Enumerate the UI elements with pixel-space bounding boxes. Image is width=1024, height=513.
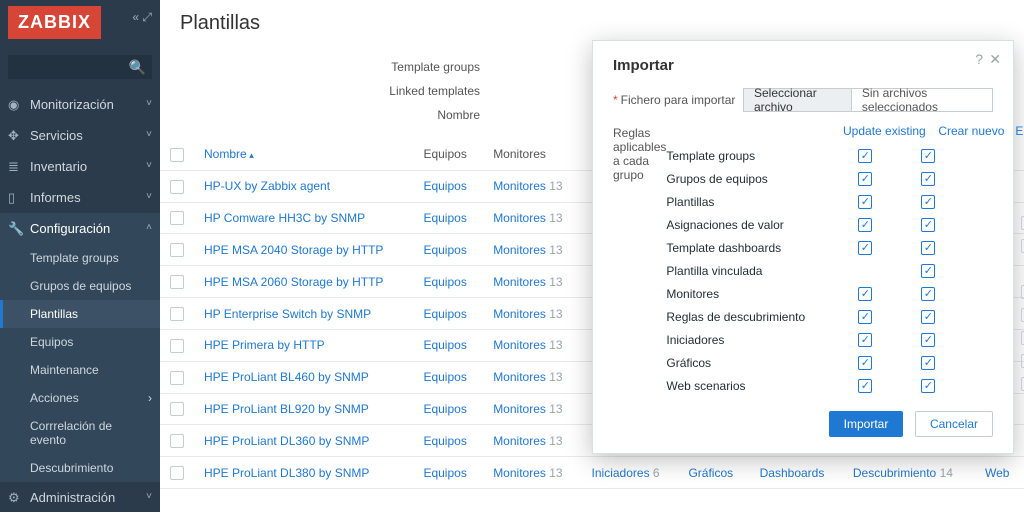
close-icon[interactable]: ✕: [989, 51, 1001, 68]
rule-checkbox[interactable]: ✓: [921, 264, 935, 278]
rule-checkbox[interactable]: ✓: [858, 379, 872, 393]
nav-icon: ≣: [8, 159, 19, 175]
subnav-equipos[interactable]: Equipos: [0, 328, 160, 356]
brand-logo[interactable]: ZABBIX: [8, 6, 101, 39]
rule-name: Web scenarios: [666, 379, 836, 393]
hdr-create: Crear nuevo: [932, 124, 1010, 138]
rule-checkbox[interactable]: ✓: [858, 356, 872, 370]
rule-checkbox[interactable]: ✓: [858, 287, 872, 301]
modal-title: Importar: [613, 57, 993, 74]
file-status-text: Sin archivos seleccionados: [852, 86, 992, 114]
chevron-icon: ˄: [146, 222, 152, 233]
rule-name: Plantilla vinculada: [666, 264, 836, 278]
rule-name: Template dashboards: [666, 241, 836, 255]
search-icon: 🔍: [129, 59, 146, 76]
import-button[interactable]: Importar: [829, 411, 904, 437]
nav-icon: 🔧: [8, 221, 24, 237]
rule-name: Template groups: [666, 149, 836, 163]
subnav-plantillas[interactable]: Plantillas: [0, 300, 160, 328]
nav-configuración[interactable]: 🔧Configuración˄: [0, 213, 160, 244]
file-input[interactable]: Seleccionar archivo Sin archivos selecci…: [743, 88, 993, 112]
rule-checkbox[interactable]: ✓: [921, 356, 935, 370]
chevron-icon: ˅: [146, 98, 152, 109]
main-content: Plantillas Template groups Linked templa…: [160, 0, 1024, 512]
nav-administración[interactable]: ⚙Administración˅: [0, 482, 160, 513]
nav-servicios[interactable]: ✥Servicios˅: [0, 120, 160, 151]
rule-checkbox[interactable]: ✓: [921, 172, 935, 186]
nav-informes[interactable]: ▯Informes˅: [0, 182, 160, 213]
chevron-icon: ˅: [146, 129, 152, 140]
rule-checkbox[interactable]: ✓: [858, 218, 872, 232]
search-input[interactable]: 🔍: [8, 55, 152, 79]
hdr-update: Update existing: [836, 124, 932, 138]
nav-inventario[interactable]: ≣Inventario˅: [0, 151, 160, 182]
rule-checkbox[interactable]: ✓: [858, 149, 872, 163]
subnav-template-groups[interactable]: Template groups: [0, 244, 160, 272]
nav-icon: ▯: [8, 190, 15, 206]
rule-checkbox[interactable]: ✓: [921, 195, 935, 209]
rule-name: Asignaciones de valor: [666, 218, 836, 232]
rule-checkbox[interactable]: ✓: [921, 287, 935, 301]
rule-name: Plantillas: [666, 195, 836, 209]
subnav-maintenance[interactable]: Maintenance: [0, 356, 160, 384]
rules-label: Reglas aplicables a cada grupo: [613, 124, 666, 397]
sidebar: ZABBIX « ⤢ 🔍 ◉Monitorización˅✥Servicios˅…: [0, 0, 160, 512]
subnav-grupos-de-equipos[interactable]: Grupos de equipos: [0, 272, 160, 300]
rule-checkbox[interactable]: ✓: [921, 218, 935, 232]
rule-checkbox[interactable]: ✓: [858, 241, 872, 255]
chevron-icon: ˅: [146, 491, 152, 502]
file-choose-button[interactable]: Seleccionar archivo: [744, 89, 852, 111]
rule-checkbox[interactable]: ✓: [858, 172, 872, 186]
subnav-acciones[interactable]: Acciones›: [0, 384, 160, 412]
rule-checkbox[interactable]: ✓: [858, 333, 872, 347]
rule-name: Grupos de equipos: [666, 172, 836, 186]
collapse-icon[interactable]: « ⤢: [132, 10, 152, 25]
rule-checkbox[interactable]: ✓: [858, 310, 872, 324]
rule-name: Gráficos: [666, 356, 836, 370]
rule-name: Reglas de descubrimiento: [666, 310, 836, 324]
rule-checkbox[interactable]: ✓: [921, 379, 935, 393]
subnav-corrrelación-de-evento[interactable]: Corrrelación de evento: [0, 412, 160, 454]
import-modal: ? ✕ Importar *Fichero para importar Sele…: [592, 40, 1014, 454]
rule-name: Iniciadores: [666, 333, 836, 347]
help-icon[interactable]: ?: [975, 51, 983, 67]
chevron-icon: ˅: [146, 191, 152, 202]
chevron-icon: ˅: [146, 160, 152, 171]
rule-name: Monitores: [666, 287, 836, 301]
rule-checkbox[interactable]: ✓: [921, 149, 935, 163]
rule-checkbox[interactable]: ✓: [921, 241, 935, 255]
nav-icon: ◉: [8, 97, 19, 113]
rule-checkbox[interactable]: ✓: [858, 195, 872, 209]
rule-checkbox[interactable]: ✓: [921, 310, 935, 324]
cancel-button[interactable]: Cancelar: [915, 411, 993, 437]
hdr-delete: Eliminar faltante: [1010, 124, 1024, 138]
subnav-descubrimiento[interactable]: Descubrimiento: [0, 454, 160, 482]
nav-icon: ✥: [8, 128, 19, 144]
nav-icon: ⚙: [8, 490, 20, 506]
rule-checkbox[interactable]: ✓: [921, 333, 935, 347]
file-label: Fichero para importar: [621, 93, 736, 107]
nav-monitorización[interactable]: ◉Monitorización˅: [0, 89, 160, 120]
